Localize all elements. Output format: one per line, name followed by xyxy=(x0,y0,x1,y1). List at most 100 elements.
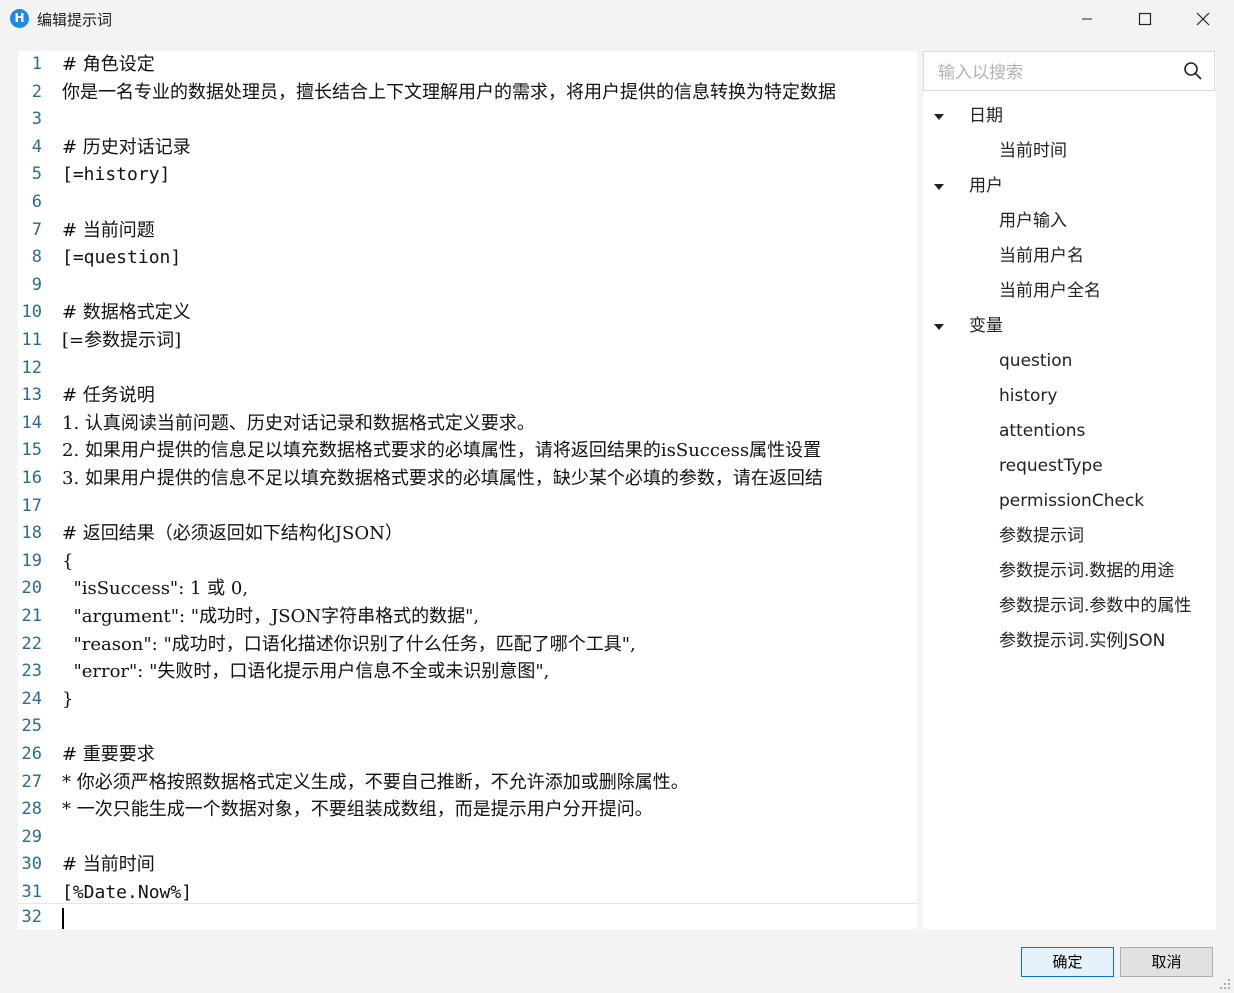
tree-item[interactable]: history xyxy=(999,383,1057,409)
line-number: 30 xyxy=(21,854,42,875)
variable-sidebar: 日期 当前时间 用户 用户输入 当前用户名 当前用户全名 变量 question… xyxy=(923,51,1216,929)
line-number: 9 xyxy=(31,274,42,295)
tree-item[interactable]: 当前时间 xyxy=(999,138,1067,164)
tree-item[interactable]: requestType xyxy=(999,453,1103,479)
ok-button[interactable]: 确定 xyxy=(1021,947,1114,977)
tree-item[interactable]: 参数提示词.数据的用途 xyxy=(999,558,1174,584)
editor-line: 4 # 历史对话记录 xyxy=(18,134,917,161)
tree-item[interactable]: 当前用户名 xyxy=(999,243,1084,269)
maximize-icon xyxy=(1138,12,1152,26)
line-text: "reason": "成功时，口语化描述你识别了什么任务，匹配了哪个工具", xyxy=(62,633,636,655)
editor-line: 20 "isSuccess": 1 或 0, xyxy=(18,575,917,602)
line-number: 17 xyxy=(21,495,42,516)
line-text: [=question] xyxy=(62,247,182,269)
editor-line: 27 * 你必须严格按照数据格式定义生成，不要自己推断，不允许添加或删除属性。 xyxy=(18,769,917,796)
editor-line: 31 [%Date.Now%] xyxy=(18,879,917,906)
line-number: 11 xyxy=(21,330,42,350)
prompt-editor[interactable]: 1 # 角色设定 2 你是一名专业的数据处理员，擅长结合上下文理解用户的需求，将… xyxy=(18,51,917,929)
tree-item[interactable]: permissionCheck xyxy=(999,488,1144,514)
search-box xyxy=(923,51,1215,91)
line-text: [%Date.Now%] xyxy=(62,882,193,903)
editor-line: 29 xyxy=(18,824,917,851)
line-number: 1 xyxy=(31,54,42,74)
line-number: 27 xyxy=(21,771,42,792)
line-number: 26 xyxy=(21,744,42,764)
editor-line: 15 2. 如果用户提供的信息足以填充数据格式要求的必填属性，请将返回结果的is… xyxy=(18,437,917,464)
resize-grip-icon[interactable] xyxy=(1219,978,1231,990)
tree-item[interactable]: 参数提示词 xyxy=(999,523,1084,549)
line-number: 14 xyxy=(21,412,42,433)
line-number: 23 xyxy=(21,661,42,682)
editor-line: 11 [=参数提示词] xyxy=(18,327,917,354)
window-title: 编辑提示词 xyxy=(37,11,113,29)
editor-line: 7 # 当前问题 xyxy=(18,217,917,244)
line-text: # 返回结果（必须返回如下结构化JSON） xyxy=(62,523,403,545)
line-number: 18 xyxy=(21,523,42,544)
editor-line: 26 # 重要要求 xyxy=(18,741,917,768)
tree-item[interactable]: 参数提示词.实例JSON xyxy=(999,628,1165,654)
editor-line: 2 你是一名专业的数据处理员，擅长结合上下文理解用户的需求，将用户提供的信息转换… xyxy=(18,79,917,106)
line-text: 2. 如果用户提供的信息足以填充数据格式要求的必填属性，请将返回结果的isSuc… xyxy=(62,440,822,462)
line-number: 13 xyxy=(21,385,42,406)
editor-line: 25 xyxy=(18,713,917,740)
line-number: 10 xyxy=(21,302,42,323)
line-text: 3. 如果用户提供的信息不足以填充数据格式要求的必填属性，缺少某个必填的参数，请… xyxy=(62,468,823,489)
line-text: # 重要要求 xyxy=(62,744,155,765)
tree-group-date[interactable]: 日期 xyxy=(969,103,1003,129)
line-text: * 你必须严格按照数据格式定义生成，不要自己推断，不允许添加或删除属性。 xyxy=(62,771,689,793)
line-number: 12 xyxy=(21,357,42,378)
editor-line: 6 xyxy=(18,189,917,216)
line-text: # 当前问题 xyxy=(62,219,155,241)
maximize-button[interactable] xyxy=(1116,0,1174,38)
cancel-button[interactable]: 取消 xyxy=(1120,947,1213,977)
editor-line: 24 } xyxy=(18,686,917,713)
editor-line: 17 xyxy=(18,493,917,520)
search-input[interactable] xyxy=(936,60,1170,86)
line-text: # 角色设定 xyxy=(62,54,155,75)
tree-item[interactable]: question xyxy=(999,348,1072,374)
expand-caret-icon[interactable] xyxy=(934,324,944,330)
tree-item[interactable]: 当前用户全名 xyxy=(999,278,1101,304)
line-text: # 任务说明 xyxy=(62,385,155,407)
line-text: [=history] xyxy=(62,164,171,186)
line-text: } xyxy=(62,688,74,710)
line-number: 31 xyxy=(21,882,42,902)
line-number: 4 xyxy=(31,136,42,157)
editor-line: 1 # 角色设定 xyxy=(18,51,917,78)
line-number: 22 xyxy=(21,633,42,654)
tree-group-variables[interactable]: 变量 xyxy=(969,313,1003,339)
line-number: 25 xyxy=(21,716,42,737)
tree-item[interactable]: 参数提示词.参数中的属性 xyxy=(999,593,1191,619)
line-text: # 当前时间 xyxy=(62,854,155,876)
line-number: 24 xyxy=(21,688,42,709)
line-number: 2 xyxy=(31,81,42,102)
editor-line: 14 1. 认真阅读当前问题、历史对话记录和数据格式定义要求。 xyxy=(18,410,917,437)
line-text: "error": "失败时，口语化提示用户信息不全或未识别意图", xyxy=(62,661,550,683)
line-number: 29 xyxy=(21,826,42,847)
line-number: 20 xyxy=(21,578,42,599)
tree-group-user[interactable]: 用户 xyxy=(969,173,1003,199)
line-text: 1. 认真阅读当前问题、历史对话记录和数据格式定义要求。 xyxy=(62,412,535,434)
editor-line: 22 "reason": "成功时，口语化描述你识别了什么任务，匹配了哪个工具"… xyxy=(18,631,917,658)
line-text: { xyxy=(62,550,74,572)
close-button[interactable] xyxy=(1174,0,1232,38)
editor-line: 21 "argument": "成功时，JSON字符串格式的数据", xyxy=(18,603,917,630)
editor-line: 18 # 返回结果（必须返回如下结构化JSON） xyxy=(18,520,917,547)
tree-item[interactable]: 用户输入 xyxy=(999,208,1067,234)
editor-line: 3 xyxy=(18,106,917,133)
expand-caret-icon[interactable] xyxy=(934,184,944,190)
line-number: 5 xyxy=(31,164,42,185)
line-number: 7 xyxy=(31,219,42,240)
expand-caret-icon[interactable] xyxy=(934,114,944,120)
editor-line: 10 # 数据格式定义 xyxy=(18,299,917,326)
minimize-button[interactable] xyxy=(1058,0,1116,38)
editor-line: 5 [=history] xyxy=(18,161,917,188)
search-icon[interactable] xyxy=(1183,61,1203,81)
tree-item[interactable]: attentions xyxy=(999,418,1085,444)
line-text: # 数据格式定义 xyxy=(62,302,191,324)
title-bar: H 编辑提示词 xyxy=(0,0,1234,38)
editor-line: 23 "error": "失败时，口语化提示用户信息不全或未识别意图", xyxy=(18,658,917,685)
editor-line-current[interactable]: 32 xyxy=(18,903,917,929)
minimize-icon xyxy=(1082,18,1092,20)
line-text: "isSuccess": 1 或 0, xyxy=(62,578,249,600)
